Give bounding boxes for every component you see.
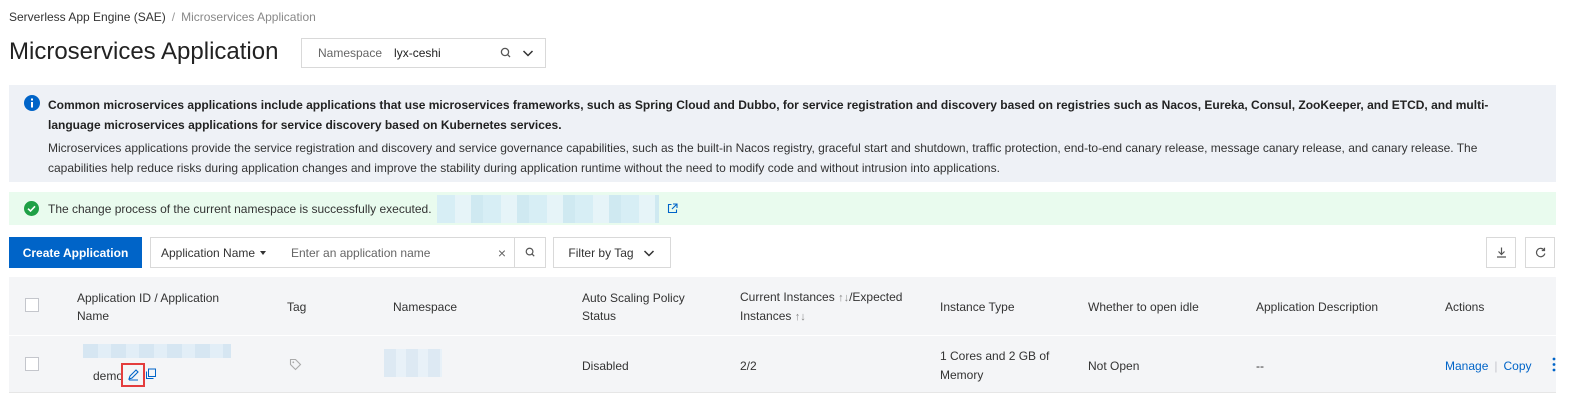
- download-icon: [1496, 247, 1506, 258]
- header-instances-line2: Instances: [740, 309, 792, 323]
- header-instances: Current Instances ↑↓/Expected Instances …: [740, 288, 920, 326]
- application-description: --: [1256, 359, 1264, 373]
- clear-icon[interactable]: ×: [490, 245, 514, 261]
- search-button[interactable]: [514, 238, 545, 267]
- success-banner: The change process of the current namesp…: [9, 192, 1556, 225]
- search-field-label: Application Name: [161, 245, 256, 260]
- highlight-box: [121, 363, 145, 387]
- redacted-namespace: [384, 349, 442, 377]
- instance-type-line1: 1 Cores and 2 GB of: [940, 349, 1050, 363]
- download-button[interactable]: [1486, 237, 1516, 268]
- header-namespace: Namespace: [393, 300, 458, 314]
- header-tag: Tag: [287, 300, 307, 314]
- row-actions: Manage | Copy: [1445, 357, 1532, 376]
- header-application-line1: Application ID / Application: [77, 291, 220, 305]
- page-title: Microservices Application: [9, 38, 279, 65]
- check-circle-icon: [24, 201, 39, 216]
- row-checkbox[interactable]: [25, 357, 39, 371]
- header-instances-line1: Current Instances: [740, 290, 835, 304]
- tag-icon[interactable]: [289, 358, 302, 371]
- search-icon: [525, 247, 535, 257]
- sort-icon[interactable]: ↑↓: [795, 311, 806, 323]
- header-scaling-line1: Auto Scaling Policy: [582, 291, 685, 305]
- copy-icon[interactable]: [145, 368, 157, 380]
- header-application-line2: Name: [77, 309, 110, 323]
- success-message: The change process of the current namesp…: [48, 201, 432, 216]
- caret-down-icon: [260, 250, 267, 255]
- header-instances-expected: /Expected: [849, 290, 903, 304]
- info-icon: [24, 95, 40, 111]
- refresh-button[interactable]: [1525, 237, 1555, 268]
- search-field-select[interactable]: Application Name: [151, 246, 285, 260]
- application-search: Application Name ×: [150, 237, 546, 268]
- namespace-value: lyx-ceshi: [394, 46, 441, 60]
- table-row: [9, 336, 1556, 393]
- header-instance-type: Instance Type: [940, 300, 1015, 314]
- action-divider: |: [1494, 359, 1498, 373]
- manage-link[interactable]: Manage: [1445, 359, 1488, 373]
- info-banner: Common microservices applications includ…: [9, 85, 1556, 182]
- copy-link[interactable]: Copy: [1504, 359, 1532, 373]
- idle-status: Not Open: [1088, 359, 1140, 373]
- namespace-label: Namespace: [318, 46, 383, 60]
- breadcrumb-separator: /: [171, 10, 176, 24]
- info-banner-heading: Common microservices applications includ…: [48, 98, 1489, 132]
- application-name[interactable]: demo: [93, 367, 123, 386]
- instances-count: 2/2: [740, 359, 757, 373]
- refresh-icon: [1535, 247, 1545, 258]
- header-scaling-line2: Status: [582, 309, 617, 323]
- instance-type: 1 Cores and 2 GB of Memory: [940, 347, 1049, 385]
- header-description: Application Description: [1256, 300, 1379, 314]
- header-actions: Actions: [1445, 300, 1485, 314]
- select-all-checkbox[interactable]: [25, 298, 39, 312]
- external-link-icon[interactable]: [667, 203, 678, 214]
- create-application-button[interactable]: Create Application: [9, 237, 142, 268]
- search-icon[interactable]: [499, 46, 513, 60]
- redacted-application-id[interactable]: [83, 344, 231, 358]
- chevron-down-icon[interactable]: [521, 46, 535, 60]
- namespace-selector[interactable]: Namespace lyx-ceshi: [301, 38, 546, 68]
- info-banner-body: Microservices applications provide the s…: [48, 141, 1478, 175]
- breadcrumb-root[interactable]: Serverless App Engine (SAE): [9, 10, 166, 24]
- instance-type-line2: Memory: [940, 368, 984, 382]
- header-application: Application ID / Application Name: [77, 289, 257, 325]
- sort-icon[interactable]: ↑↓: [838, 292, 849, 304]
- filter-by-tag-button[interactable]: Filter by Tag: [553, 237, 671, 268]
- scaling-status: Disabled: [582, 359, 629, 373]
- breadcrumb: Serverless App Engine (SAE) / Microservice…: [9, 10, 316, 24]
- header-idle: Whether to open idle: [1088, 300, 1199, 314]
- redacted-link[interactable]: [436, 194, 659, 223]
- more-actions-icon[interactable]: [1551, 357, 1557, 372]
- search-input[interactable]: [285, 238, 490, 267]
- header-scaling: Auto Scaling Policy Status: [582, 289, 685, 325]
- filter-by-tag-label: Filter by Tag: [568, 245, 634, 260]
- breadcrumb-current: Microservices Application: [181, 10, 316, 24]
- chevron-down-icon: [643, 249, 654, 257]
